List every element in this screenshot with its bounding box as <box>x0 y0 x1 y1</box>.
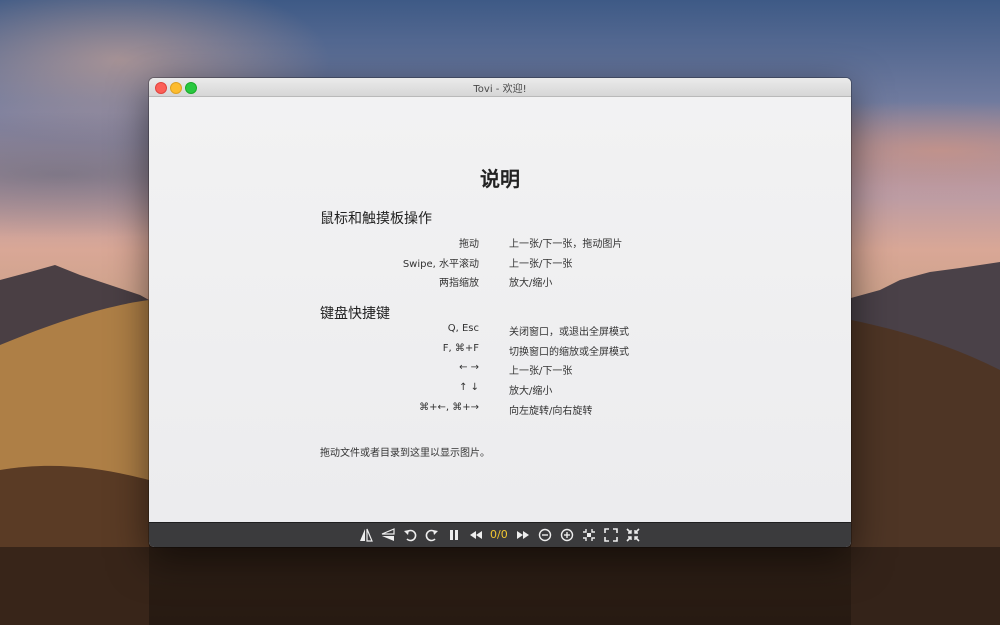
flip-vertical-button[interactable] <box>380 527 396 543</box>
app-window: Tovi - 欢迎! 说明 鼠标和触摸板操作 拖动 上一张/下一张，拖动图片 S… <box>149 78 851 547</box>
zoom-out-button[interactable] <box>537 527 553 543</box>
shortcut-row: 两指缩放 放大/缩小 <box>149 274 851 290</box>
zoom-out-icon <box>538 528 552 542</box>
shortcut-key: F, ⌘+F <box>442 343 479 354</box>
shortcut-description: 向左旋转/向右旋转 <box>509 406 593 417</box>
shortcut-row: ↑ ↓ 放大/缩小 <box>149 382 851 398</box>
flip-horizontal-button[interactable] <box>358 527 374 543</box>
zoom-in-icon <box>560 528 574 542</box>
previous-icon <box>470 531 482 539</box>
shortcut-key: Swipe, 水平滚动 <box>402 259 479 270</box>
drop-hint: 拖动文件或者目录到这里以显示图片。 <box>320 448 490 459</box>
pause-button[interactable] <box>446 527 462 543</box>
shortcut-description: 上一张/下一张，拖动图片 <box>509 239 623 250</box>
next-button[interactable] <box>515 527 531 543</box>
rotate-right-button[interactable] <box>424 527 440 543</box>
shortcut-key: Q, Esc <box>447 323 479 334</box>
rotate-right-icon <box>425 529 438 542</box>
shortcut-description: 上一张/下一张 <box>509 259 573 270</box>
fit-window-icon <box>583 529 595 541</box>
actual-size-icon <box>626 528 640 542</box>
shortcut-row: ⌘+←, ⌘+→ 向左旋转/向右旋转 <box>149 402 851 418</box>
image-counter: 0/0 <box>490 528 508 541</box>
shortcut-description: 关闭窗口，或退出全屏模式 <box>509 327 629 338</box>
shortcut-row: F, ⌘+F 切换窗口的缩放或全屏模式 <box>149 343 851 359</box>
rotate-left-icon <box>404 529 417 542</box>
shortcut-key: 两指缩放 <box>439 278 479 289</box>
fullscreen-button[interactable] <box>603 527 619 543</box>
shortcut-row: 拖动 上一张/下一张，拖动图片 <box>149 235 851 251</box>
shortcut-description: 上一张/下一张 <box>509 366 573 377</box>
window-title: Tovi - 欢迎! <box>473 84 527 95</box>
zoom-in-button[interactable] <box>559 527 575 543</box>
shortcut-key: ⌘+←, ⌘+→ <box>419 402 479 413</box>
pause-icon <box>450 530 458 540</box>
flip-vertical-icon <box>381 528 395 541</box>
help-title: 说明 <box>480 167 520 191</box>
fullscreen-icon <box>604 528 618 542</box>
section-heading-keyboard: 键盘快捷键 <box>320 306 390 322</box>
bottom-toolbar: 0/0 <box>149 522 851 547</box>
shortcut-description: 放大/缩小 <box>509 278 553 289</box>
foreground-dune <box>0 547 1000 625</box>
rotate-left-button[interactable] <box>402 527 418 543</box>
next-icon <box>517 531 529 539</box>
shortcut-row: Swipe, 水平滚动 上一张/下一张 <box>149 255 851 271</box>
shortcut-description: 放大/缩小 <box>509 386 553 397</box>
fit-window-button[interactable] <box>581 527 597 543</box>
image-drop-area[interactable]: 说明 鼠标和触摸板操作 拖动 上一张/下一张，拖动图片 Swipe, 水平滚动 … <box>149 97 851 523</box>
previous-button[interactable] <box>468 527 484 543</box>
shortcut-key: 拖动 <box>459 239 479 250</box>
title-bar[interactable]: Tovi - 欢迎! <box>149 78 851 97</box>
shortcut-description: 切换窗口的缩放或全屏模式 <box>509 347 629 358</box>
flip-horizontal-icon <box>360 528 373 542</box>
shortcut-key: ← → <box>459 362 479 373</box>
section-heading-mouse: 鼠标和触摸板操作 <box>320 211 432 227</box>
shortcut-row: ← → 上一张/下一张 <box>149 362 851 378</box>
actual-size-button[interactable] <box>625 527 641 543</box>
shortcut-row: Q, Esc 关闭窗口，或退出全屏模式 <box>149 323 851 339</box>
shortcut-key: ↑ ↓ <box>459 382 479 393</box>
